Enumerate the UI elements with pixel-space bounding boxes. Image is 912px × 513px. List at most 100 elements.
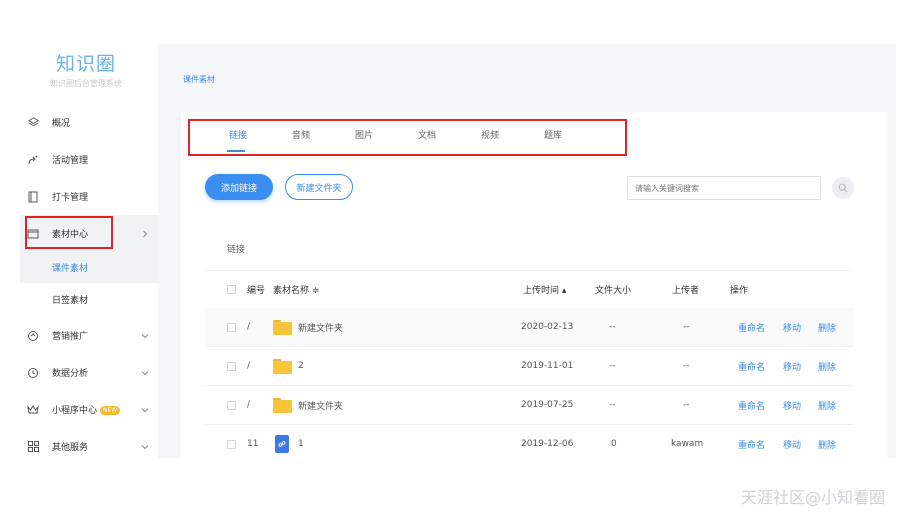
folder-icon xyxy=(273,347,292,385)
row-name[interactable]: 新建文件夹 xyxy=(298,386,343,424)
materials-table: 链接 编号 素材名称 ≑ 上传时间 ▴ 文件大小 上传者 操作 / 新建文件夹 … xyxy=(205,232,853,458)
header-actions: 操作 xyxy=(730,285,749,296)
sidebar-item-label: 营销推广 xyxy=(52,332,89,342)
search-icon xyxy=(838,183,848,193)
row-checkbox[interactable] xyxy=(227,425,236,458)
row-id: / xyxy=(247,400,251,410)
breadcrumb[interactable]: 课件素材 xyxy=(183,74,215,85)
crown-icon xyxy=(27,404,39,416)
select-all-checkbox[interactable] xyxy=(227,271,236,307)
row-size: -- xyxy=(609,400,616,410)
sidebar-item-activity[interactable]: 活动管理 xyxy=(20,141,158,178)
sidebar-subitem-daily-sign[interactable]: 日签素材 xyxy=(20,284,158,315)
search-button[interactable] xyxy=(832,177,854,199)
sidebar-item-marketing[interactable]: 营销推广 xyxy=(20,317,158,354)
table-header: 编号 素材名称 ≑ 上传时间 ▴ 文件大小 上传者 操作 xyxy=(205,270,853,307)
rename-button[interactable]: 重命名 xyxy=(738,347,765,385)
sidebar-item-checkin[interactable]: 打卡管理 xyxy=(20,178,158,215)
sidebar-item-analytics[interactable]: 数据分析 xyxy=(20,354,158,391)
chevron-down-icon xyxy=(141,444,149,449)
checkbox[interactable] xyxy=(227,439,236,449)
new-folder-button[interactable]: 新建文件夹 xyxy=(285,174,353,200)
row-date: 2020-02-13 xyxy=(521,322,574,332)
activity-icon xyxy=(27,154,39,166)
clock-icon xyxy=(27,367,39,379)
chevron-down-icon xyxy=(141,370,149,375)
table-row: / 新建文件夹 2019-07-25 -- -- 重命名 移动 删除 xyxy=(205,386,853,425)
table-row: / 2 2019-11-01 -- -- 重命名 移动 删除 xyxy=(205,347,853,386)
row-size: -- xyxy=(609,361,616,371)
row-name[interactable]: 新建文件夹 xyxy=(298,308,343,346)
rename-button[interactable]: 重命名 xyxy=(738,425,765,458)
row-size: -- xyxy=(609,322,616,332)
table-caption: 链接 xyxy=(227,245,246,255)
sidebar-item-label: 概况 xyxy=(52,119,71,129)
book-icon xyxy=(27,191,39,203)
header-size: 文件大小 xyxy=(595,285,632,296)
brand: 知识圈 知识圈后台管理系统 xyxy=(20,52,152,89)
delete-button[interactable]: 删除 xyxy=(818,386,836,424)
brand-subtitle: 知识圈后台管理系统 xyxy=(50,79,122,88)
move-button[interactable]: 移动 xyxy=(783,347,801,385)
row-uploader: kawam xyxy=(671,439,704,449)
sidebar-subitem-label: 日签素材 xyxy=(52,296,89,306)
delete-button[interactable]: 删除 xyxy=(818,308,836,346)
sidebar-item-miniapp[interactable]: 小程序中心 NEW xyxy=(20,391,158,428)
move-button[interactable]: 移动 xyxy=(783,386,801,424)
row-uploader: -- xyxy=(683,322,690,332)
move-button[interactable]: 移动 xyxy=(783,308,801,346)
checkbox[interactable] xyxy=(227,400,236,410)
chevron-down-icon xyxy=(141,333,149,338)
delete-button[interactable]: 删除 xyxy=(818,347,836,385)
sidebar-item-label: 活动管理 xyxy=(52,156,89,166)
folder-icon xyxy=(273,308,292,346)
chevron-right-icon xyxy=(143,230,148,237)
row-date: 2019-12-06 xyxy=(521,439,574,449)
sidebar-item-label: 数据分析 xyxy=(52,369,89,379)
search-input[interactable] xyxy=(627,176,821,200)
table-row: 11 1 2019-12-06 0 kawam 重命名 移动 删除 xyxy=(205,425,853,458)
sidebar-item-other-services[interactable]: 其他服务 xyxy=(20,428,158,458)
header-uploader: 上传者 xyxy=(672,285,700,296)
grid-icon xyxy=(27,441,39,453)
sidebar-item-label: 打卡管理 xyxy=(52,193,89,203)
sidebar-item-overview[interactable]: 概况 xyxy=(20,104,158,141)
row-name[interactable]: 1 xyxy=(298,425,304,458)
header-upload-time[interactable]: 上传时间 ▴ xyxy=(523,271,566,307)
sidebar-subitem-courseware[interactable]: 课件素材 xyxy=(20,252,158,283)
marketing-icon xyxy=(27,330,39,342)
chevron-down-icon xyxy=(141,407,149,412)
move-button[interactable]: 移动 xyxy=(783,425,801,458)
folder-icon xyxy=(273,386,292,424)
checkbox[interactable] xyxy=(227,361,236,371)
sidebar-highlight-box xyxy=(25,216,113,249)
row-id: / xyxy=(247,322,251,332)
row-checkbox[interactable] xyxy=(227,347,236,385)
rename-button[interactable]: 重命名 xyxy=(738,386,765,424)
content-card: 链接 音频 图片 文档 视频 题库 添加链接 新建文件夹 链接 编号 素材名称 … xyxy=(181,112,887,458)
link-file-icon xyxy=(275,425,289,458)
checkbox[interactable] xyxy=(227,284,236,294)
sidebar-subitem-label: 课件素材 xyxy=(52,264,89,274)
main-content: 课件素材 链接 音频 图片 文档 视频 题库 添加链接 新建文件夹 链接 编号 xyxy=(158,44,896,458)
watermark: 天涯社区@小知看圈 xyxy=(741,488,886,507)
checkbox[interactable] xyxy=(227,322,236,332)
row-id: 11 xyxy=(247,439,259,449)
row-name[interactable]: 2 xyxy=(298,347,304,385)
app-window: 知识圈 知识圈后台管理系统 概况 活动管理 打卡管理 素材中心 课件素材 日签素… xyxy=(20,44,896,458)
delete-button[interactable]: 删除 xyxy=(818,425,836,458)
row-date: 2019-11-01 xyxy=(521,361,574,371)
header-id: 编号 xyxy=(247,285,266,296)
row-size: 0 xyxy=(611,439,617,449)
new-badge: NEW xyxy=(100,406,121,415)
row-date: 2019-07-25 xyxy=(521,400,574,410)
rename-button[interactable]: 重命名 xyxy=(738,308,765,346)
header-name[interactable]: 素材名称 ≑ xyxy=(273,271,319,307)
add-link-button[interactable]: 添加链接 xyxy=(205,174,273,200)
table-row: / 新建文件夹 2020-02-13 -- -- 重命名 移动 删除 xyxy=(205,308,853,347)
sidebar: 知识圈 知识圈后台管理系统 概况 活动管理 打卡管理 素材中心 课件素材 日签素… xyxy=(20,44,158,458)
row-uploader: -- xyxy=(683,361,690,371)
layers-icon xyxy=(27,117,39,129)
row-checkbox[interactable] xyxy=(227,308,236,346)
row-checkbox[interactable] xyxy=(227,386,236,424)
